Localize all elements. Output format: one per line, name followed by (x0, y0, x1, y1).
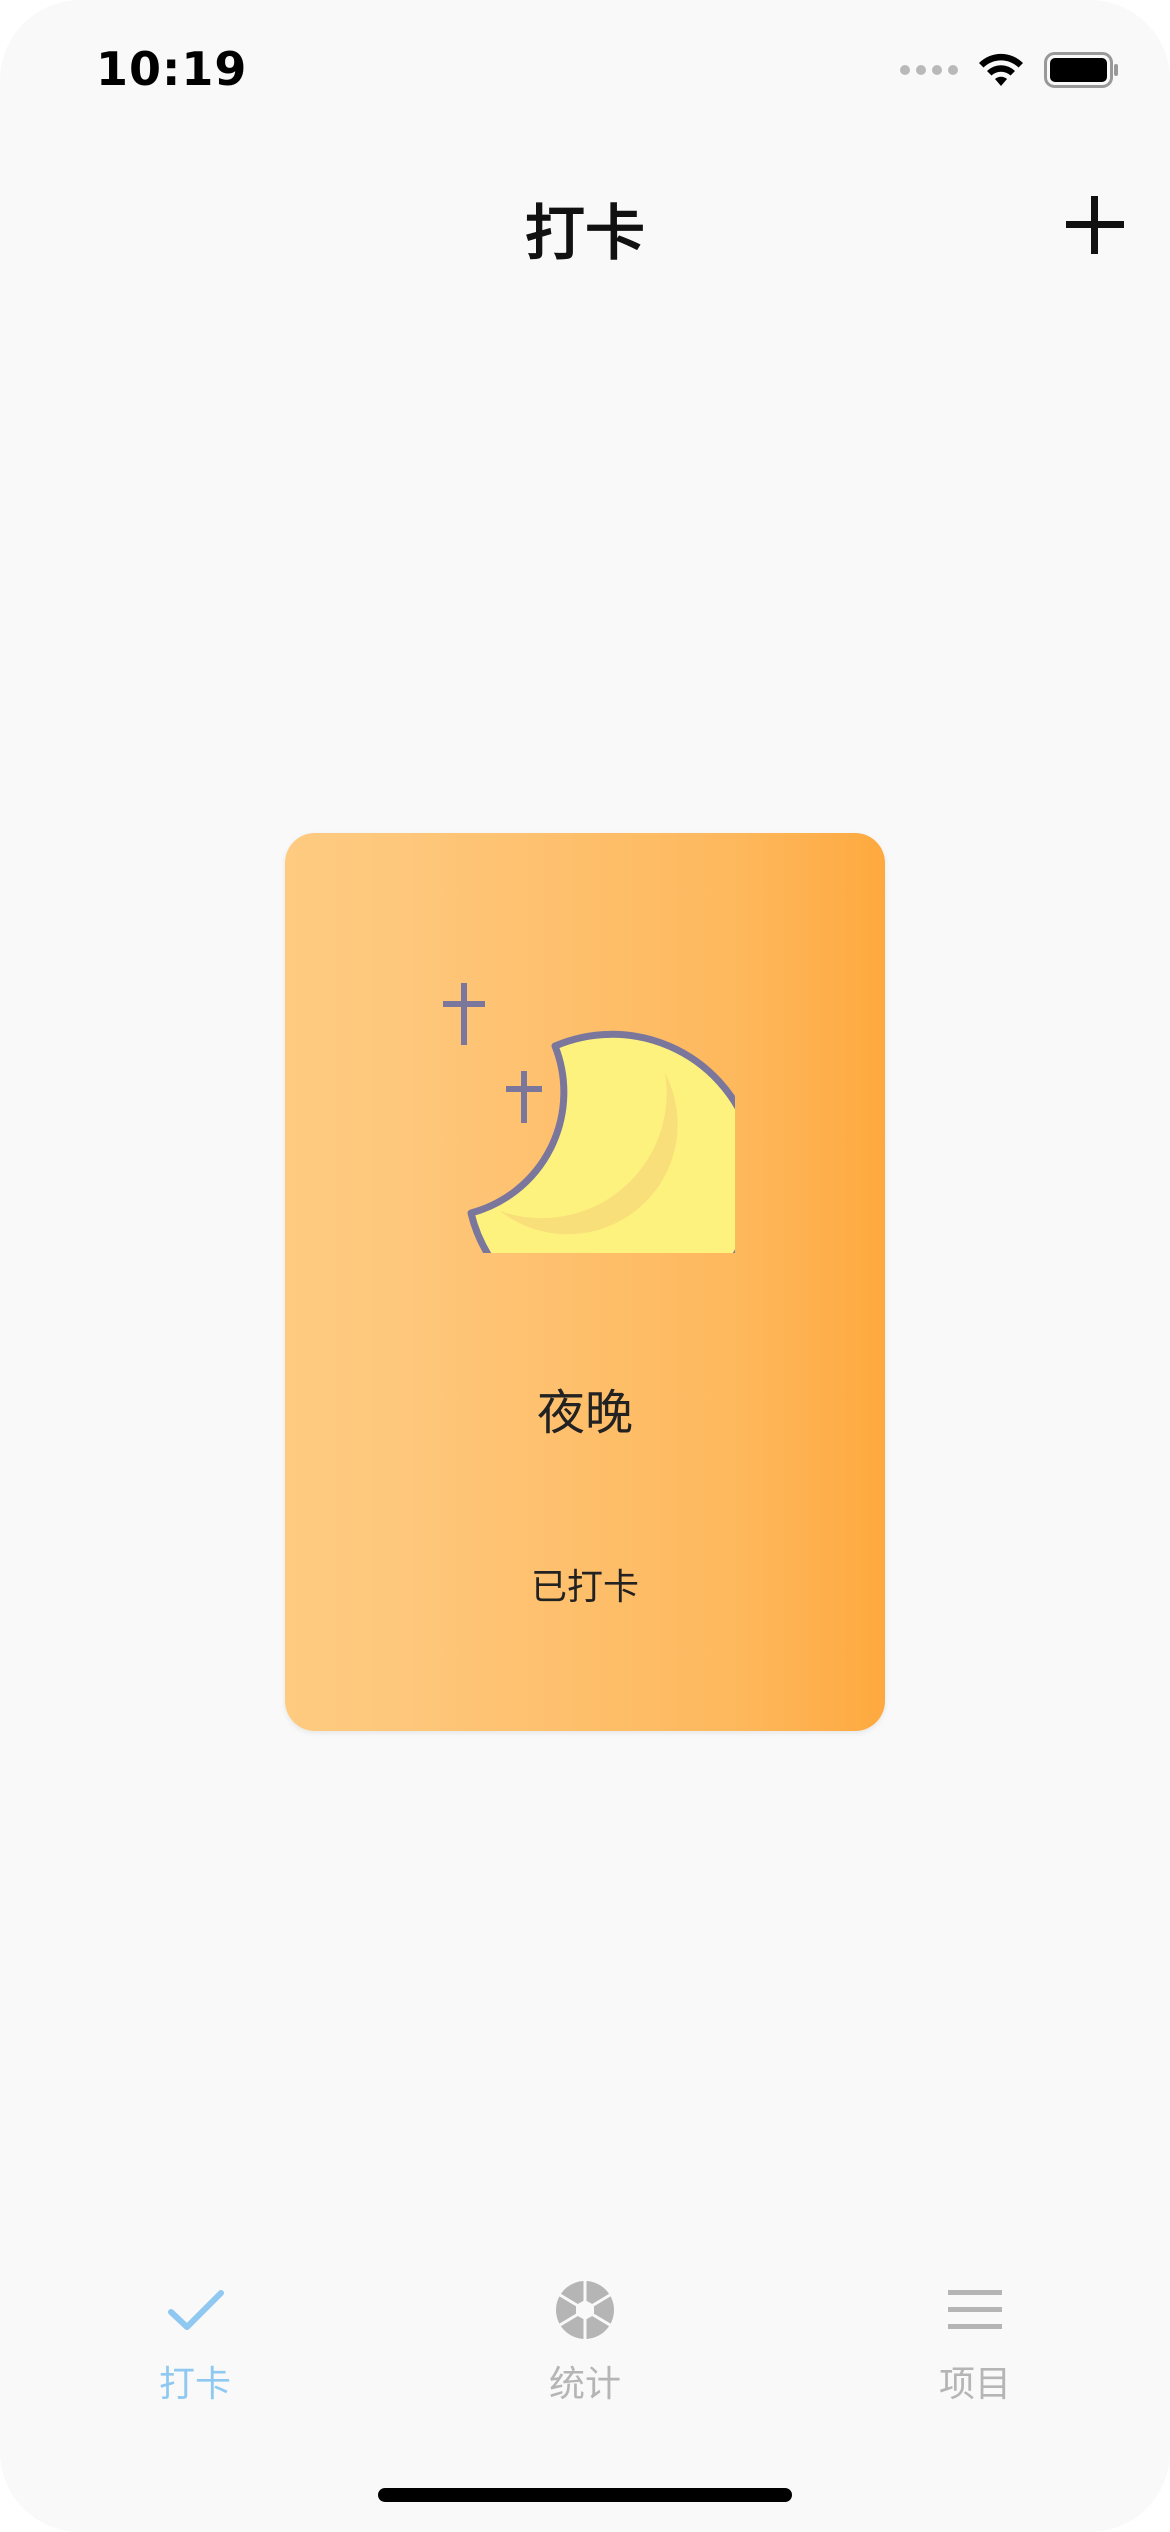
status-time: 10:19 (96, 42, 248, 96)
checkin-card[interactable]: 夜晚 已打卡 (285, 833, 885, 1731)
tab-label: 项目 (938, 2364, 1011, 2405)
tab-label: 统计 (548, 2364, 621, 2405)
plus-icon (1066, 196, 1124, 254)
add-button[interactable] (1060, 190, 1130, 260)
battery-icon (1044, 52, 1118, 88)
page-title: 打卡 (525, 199, 645, 269)
aperture-icon (556, 2281, 614, 2339)
wifi-icon (979, 53, 1023, 86)
checkmark-icon (168, 2290, 224, 2330)
card-status: 已打卡 (530, 1567, 639, 1608)
tab-checkin[interactable]: 打卡 (95, 2270, 295, 2420)
card-name: 夜晚 (536, 1385, 633, 1441)
cellular-signal-icon (900, 65, 958, 75)
app-screen: 10:19 打卡 夜晚 已打卡 打卡 统计 项目 (0, 0, 1170, 2532)
tab-statistics[interactable]: 统计 (485, 2270, 685, 2420)
status-icons (900, 52, 1120, 88)
crescent-moon-icon (443, 983, 735, 1253)
home-indicator[interactable] (378, 2488, 792, 2502)
tab-projects[interactable]: 项目 (875, 2270, 1075, 2420)
list-icon (948, 2290, 1002, 2329)
tab-label: 打卡 (158, 2364, 231, 2405)
